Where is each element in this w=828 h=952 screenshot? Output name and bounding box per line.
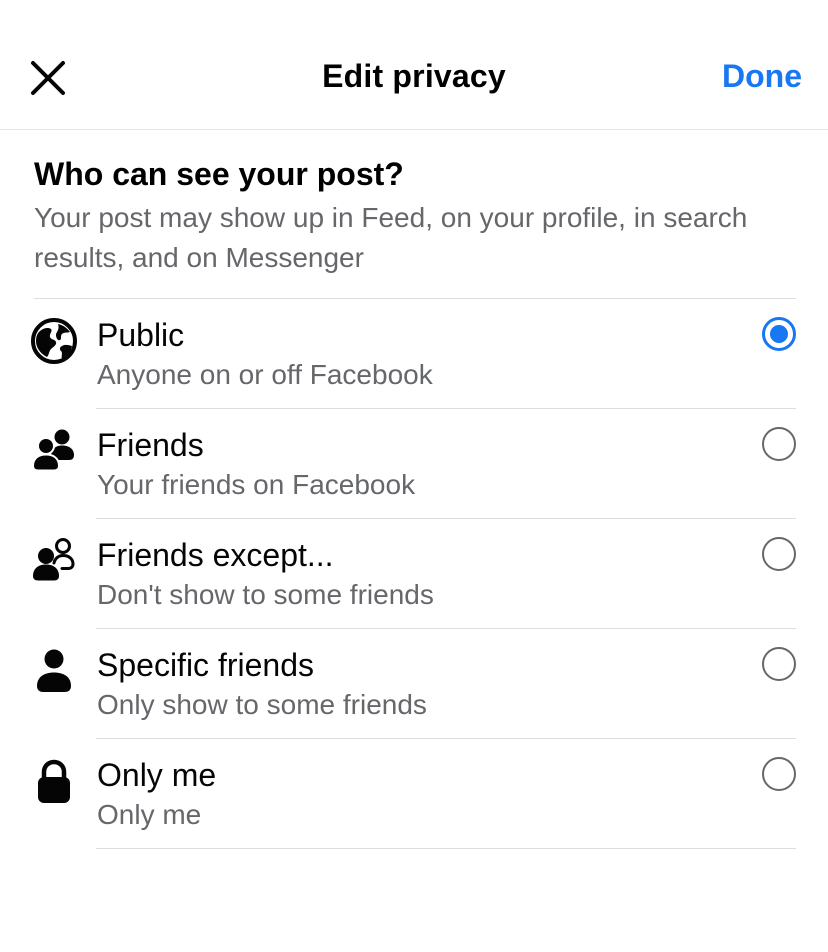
privacy-options-list: Public Anyone on or off Facebook Friends… <box>0 299 828 849</box>
option-title: Friends <box>97 427 204 463</box>
friends-icon <box>28 425 80 477</box>
radio-button-selected[interactable] <box>762 317 796 351</box>
option-friends[interactable]: Friends Your friends on Facebook <box>0 409 828 519</box>
option-subtitle: Don't show to some friends <box>97 579 434 610</box>
done-button[interactable]: Done <box>722 58 802 95</box>
person-icon <box>28 645 80 697</box>
option-subtitle: Only show to some friends <box>97 689 427 720</box>
option-friends-except[interactable]: Friends except... Don't show to some fri… <box>0 519 828 629</box>
option-text: Public Anyone on or off Facebook <box>97 315 738 395</box>
radio-button[interactable] <box>762 427 796 461</box>
option-text: Specific friends Only show to some frien… <box>97 645 738 725</box>
intro-title: Who can see your post? <box>34 156 404 192</box>
radio-button[interactable] <box>762 537 796 571</box>
option-specific-friends[interactable]: Specific friends Only show to some frien… <box>0 629 828 739</box>
option-subtitle: Your friends on Facebook <box>97 469 416 500</box>
option-title: Public <box>97 317 185 353</box>
intro-section: Who can see your post? Your post may sho… <box>34 152 794 278</box>
option-text: Friends Your friends on Facebook <box>97 425 738 505</box>
option-only-me[interactable]: Only me Only me <box>0 739 828 849</box>
lock-icon <box>28 755 80 807</box>
option-title: Specific friends <box>97 647 314 683</box>
divider <box>96 848 796 849</box>
globe-icon <box>28 315 80 367</box>
option-text: Only me Only me <box>97 755 738 835</box>
option-subtitle: Only me <box>97 799 202 830</box>
header-bar: Edit privacy Done <box>0 0 828 130</box>
friends-except-icon <box>28 535 80 587</box>
option-text: Friends except... Don't show to some fri… <box>97 535 738 615</box>
page-title: Edit privacy <box>322 58 506 94</box>
radio-button[interactable] <box>762 757 796 791</box>
option-title: Friends except... <box>97 537 334 573</box>
intro-description: Your post may show up in Feed, on your p… <box>34 202 748 273</box>
option-subtitle: Anyone on or off Facebook <box>97 359 433 390</box>
option-public[interactable]: Public Anyone on or off Facebook <box>0 299 828 409</box>
radio-button[interactable] <box>762 647 796 681</box>
option-title: Only me <box>97 757 217 793</box>
